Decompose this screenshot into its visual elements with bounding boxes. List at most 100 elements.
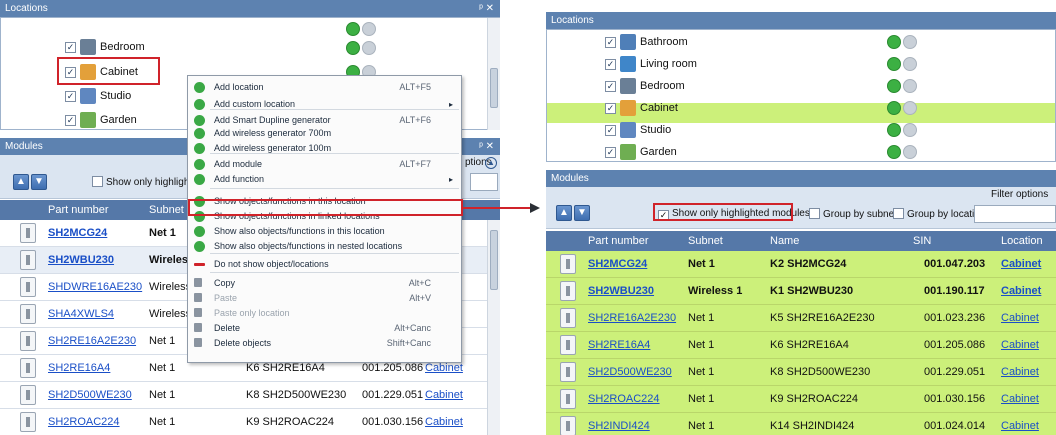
menu-item[interactable]: Add custom location ▸ — [188, 97, 461, 112]
cell-part-number[interactable]: SH2WBU230 — [588, 278, 654, 305]
cell-location[interactable]: Cabinet — [1001, 251, 1041, 278]
tree-node-checkbox[interactable]: ✓ — [605, 80, 616, 92]
scroll-thumb[interactable] — [490, 68, 498, 108]
col-part-number[interactable]: Part number — [588, 231, 649, 251]
menu-item[interactable]: Add location ALT+F5 — [188, 80, 461, 95]
scroll-thumb[interactable] — [490, 230, 498, 290]
tree-node[interactable]: ✓ Garden — [605, 142, 677, 161]
group-by-location-checkbox[interactable] — [893, 208, 904, 219]
tree-node[interactable]: ✓ Bathroom — [605, 32, 688, 52]
left-filter-collapse-icon[interactable]: ▲ — [485, 157, 497, 169]
menu-item[interactable]: Paste Alt+V — [188, 291, 461, 306]
cell-part-number[interactable]: SH2WBU230 — [48, 247, 114, 274]
garden-icon — [80, 112, 96, 128]
menu-item[interactable]: Delete Alt+Canc — [188, 321, 461, 336]
left-locations-pin-close[interactable]: ᵖ ✕ — [479, 0, 494, 17]
add-icon — [194, 241, 205, 252]
left-filter-input[interactable] — [470, 173, 498, 191]
table-row[interactable]: SH2RE16A4 Net 1 K6 SH2RE16A4 001.205.086 Cab… — [546, 332, 1056, 359]
table-row[interactable]: SH2ROAC224 Net 1 K9 SH2ROAC224 001.030.156 C… — [546, 386, 1056, 413]
col-sin[interactable]: SIN — [913, 231, 931, 251]
cell-part-number[interactable]: SH2ROAC224 — [48, 409, 120, 435]
group-by-subnet-checkbox[interactable] — [809, 208, 820, 219]
tree-node-garden[interactable]: ✓ Garden — [65, 109, 137, 131]
cell-subnet: Wireless — [149, 281, 192, 293]
left-table-scrollbar[interactable] — [487, 220, 500, 435]
studio-checkbox[interactable]: ✓ — [65, 90, 76, 102]
cell-location[interactable]: Cabinet — [1001, 305, 1039, 332]
cell-location[interactable]: Cabinet — [425, 382, 463, 409]
group-by-subnet[interactable]: Group by subnet — [809, 208, 897, 220]
cell-part-number[interactable]: SH2RE16A2E230 — [588, 305, 676, 332]
table-row[interactable]: SH2D500WE230 Net 1 K8 SH2D500WE230 001.229.… — [546, 359, 1056, 386]
cell-location[interactable]: Cabinet — [1001, 386, 1039, 413]
add-icon — [194, 143, 205, 154]
move-down-icon[interactable]: ▼ — [574, 205, 590, 221]
menu-item[interactable]: Copy Alt+C — [188, 276, 461, 291]
move-down-icon[interactable]: ▼ — [31, 174, 47, 190]
menu-item-shortcut: Alt+Canc — [394, 323, 431, 333]
tree-node-checkbox[interactable]: ✓ — [605, 58, 616, 70]
menu-item[interactable]: Delete objects Shift+Canc — [188, 336, 461, 351]
cell-part-number[interactable]: SH2RE16A4 — [588, 332, 650, 359]
menu-item[interactable]: Paste only location — [188, 306, 461, 321]
tree-node[interactable]: ✓ Cabinet — [605, 98, 678, 118]
cell-part-number[interactable]: SH2D500WE230 — [588, 359, 672, 386]
group-by-location[interactable]: Group by location — [893, 208, 985, 220]
cell-part-number[interactable]: SH2MCG24 — [48, 220, 107, 247]
col-subnet[interactable]: Subnet — [149, 200, 184, 220]
col-location[interactable]: Location — [1001, 231, 1043, 251]
table-row[interactable]: SH2MCG24 Net 1 K2 SH2MCG24 001.047.203 Cabin… — [546, 251, 1056, 278]
tree-node-bedroom[interactable]: ✓ Bedroom — [65, 36, 145, 58]
tree-node-checkbox[interactable]: ✓ — [605, 102, 616, 114]
table-row[interactable]: SH2D500WE230 Net 1 K8 SH2D500WE230 001.229.… — [0, 382, 487, 409]
left-tree-scrollbar[interactable] — [487, 18, 500, 130]
menu-item-shortcut: ALT+F7 — [399, 159, 431, 169]
bedroom-checkbox[interactable]: ✓ — [65, 41, 76, 53]
menu-item[interactable]: Show also objects/functions in this loca… — [188, 224, 461, 239]
tree-node[interactable]: ✓ Bedroom — [605, 76, 685, 96]
menu-item[interactable]: Add wireless generator 700m — [188, 126, 461, 141]
table-row[interactable]: SH2INDI424 Net 1 K14 SH2INDI424 001.024.014… — [546, 413, 1056, 435]
tree-node[interactable]: ✓ Studio — [605, 120, 671, 140]
cell-part-number[interactable]: SH2RE16A4 — [48, 355, 110, 382]
left-show-only-highlighted-checkbox[interactable] — [92, 176, 103, 187]
cell-location[interactable]: Cabinet — [1001, 413, 1039, 435]
tree-node-checkbox[interactable]: ✓ — [605, 146, 616, 158]
table-row[interactable]: SH2ROAC224 Net 1 K9 SH2ROAC224 001.030.156 C… — [0, 409, 487, 435]
cell-location[interactable]: Cabinet — [1001, 278, 1041, 305]
cell-part-number[interactable]: SH2INDI424 — [588, 413, 650, 435]
move-up-icon[interactable]: ▲ — [556, 205, 572, 221]
cell-subnet: Net 1 — [149, 389, 176, 401]
cell-location[interactable]: Cabinet — [1001, 359, 1039, 386]
table-row[interactable]: SH2WBU230 Wireless 1 K1 SH2WBU230 001.190.1… — [546, 278, 1056, 305]
cell-part-number[interactable]: SHA4XWLS4 — [48, 301, 114, 328]
cell-part-number[interactable]: SHDWRE16AE230 — [48, 274, 142, 301]
tree-node[interactable]: ✓ Living room — [605, 54, 697, 74]
cell-part-number[interactable]: SH2D500WE230 — [48, 382, 132, 409]
tree-node-checkbox[interactable]: ✓ — [605, 36, 616, 48]
garden-checkbox[interactable]: ✓ — [65, 114, 76, 126]
col-name[interactable]: Name — [770, 231, 799, 251]
menu-item[interactable]: Show also objects/functions in nested lo… — [188, 239, 461, 254]
right-filter-input[interactable] — [974, 205, 1056, 223]
menu-item[interactable]: Add wireless generator 100m — [188, 141, 461, 156]
col-part-number[interactable]: Part number — [48, 200, 109, 220]
cell-location[interactable]: Cabinet — [1001, 332, 1039, 359]
right-filter-options-label[interactable]: Filter options — [991, 189, 1048, 200]
menu-item[interactable]: Add module ALT+F7 — [188, 157, 461, 172]
cell-part-number[interactable]: SH2RE16A2E230 — [48, 328, 136, 355]
cell-subnet: Net 1 — [149, 335, 176, 347]
move-up-icon[interactable]: ▲ — [13, 174, 29, 190]
cell-part-number[interactable]: SH2MCG24 — [588, 251, 647, 278]
col-subnet[interactable]: Subnet — [688, 231, 723, 251]
tree-node-studio[interactable]: ✓ Studio — [65, 85, 131, 107]
cell-sin: 001.229.051 — [362, 389, 424, 401]
tree-node-checkbox[interactable]: ✓ — [605, 124, 616, 136]
left-modules-pin-close[interactable]: ᵖ ✕ — [479, 138, 494, 155]
menu-item[interactable]: Do not show object/locations — [188, 257, 461, 272]
table-row[interactable]: SH2RE16A2E230 Net 1 K5 SH2RE16A2E230 001.02… — [546, 305, 1056, 332]
cell-location[interactable]: Cabinet — [425, 409, 463, 435]
cell-part-number[interactable]: SH2ROAC224 — [588, 386, 660, 413]
menu-item[interactable]: Add function ▸ — [188, 172, 461, 187]
